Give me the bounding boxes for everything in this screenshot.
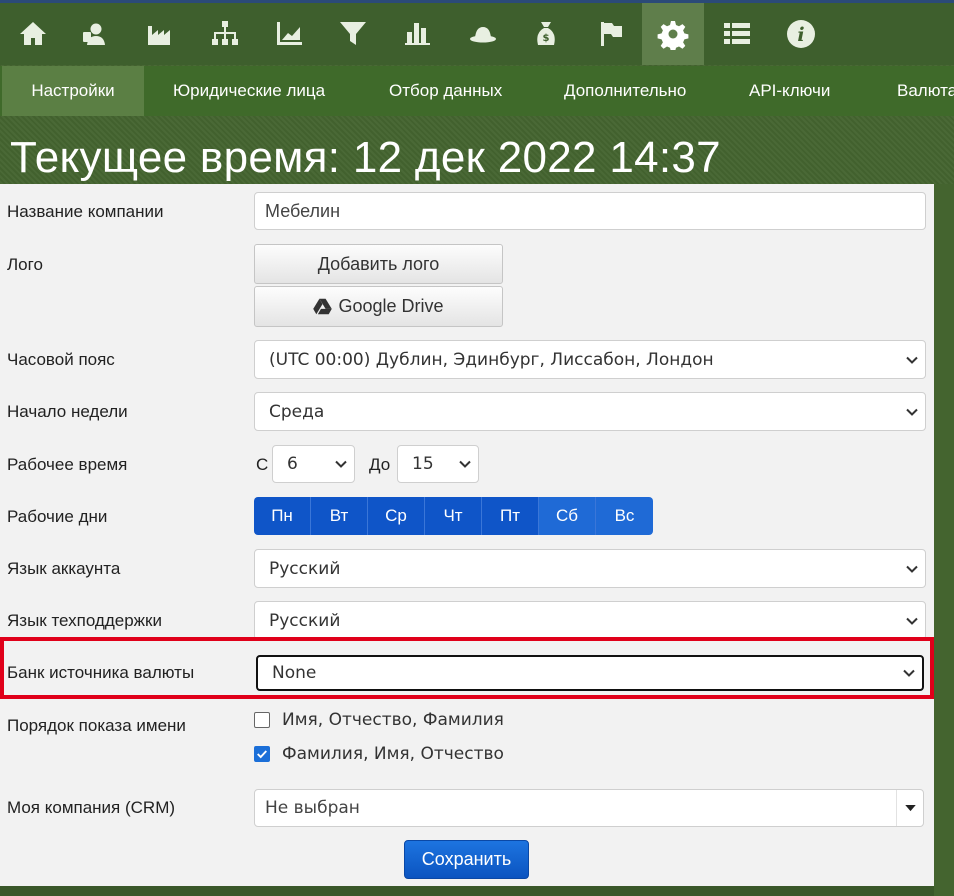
timezone-label: Часовой пояс bbox=[7, 350, 115, 369]
day-toggle-wed[interactable]: Ср bbox=[368, 497, 425, 535]
list-icon[interactable] bbox=[706, 3, 768, 65]
company-name-input[interactable]: Мебелин bbox=[254, 192, 926, 230]
tab-settings[interactable]: Настройки bbox=[2, 66, 144, 116]
tab-data-selection[interactable]: Отбор данных bbox=[389, 66, 502, 116]
org-chart-icon[interactable] bbox=[194, 3, 256, 65]
my-company-label: Моя компания (CRM) bbox=[7, 798, 176, 817]
work-time-label: Рабочее время bbox=[7, 455, 128, 474]
tab-api-keys[interactable]: API-ключи bbox=[749, 66, 830, 116]
day-toggle-tue[interactable]: Вт bbox=[311, 497, 368, 535]
work-days-label: Рабочие дни bbox=[7, 507, 108, 526]
logo-label: Лого bbox=[7, 255, 43, 274]
day-toggle-sat[interactable]: Сб bbox=[539, 497, 596, 535]
info-icon[interactable]: i bbox=[770, 3, 832, 65]
google-drive-icon bbox=[313, 298, 333, 315]
work-time-from-label: С bbox=[256, 455, 269, 474]
day-toggle-mon[interactable]: Пн bbox=[254, 497, 311, 535]
google-drive-button[interactable]: Google Drive bbox=[254, 286, 503, 327]
checkbox-checked[interactable] bbox=[254, 746, 270, 762]
chevron-down-icon bbox=[906, 565, 918, 573]
dropdown-arrow[interactable] bbox=[896, 790, 923, 826]
account-language-select[interactable]: Русский bbox=[254, 549, 926, 588]
currency-bank-label: Банк источника валюты bbox=[7, 663, 195, 682]
home-icon[interactable] bbox=[2, 3, 64, 65]
save-button-label: Сохранить bbox=[421, 849, 512, 869]
tab-currency[interactable]: Валюта bbox=[897, 66, 954, 116]
day-toggle-thu[interactable]: Чт bbox=[425, 497, 482, 535]
page-title: Текущее время: 12 дек 2022 14:37 bbox=[10, 133, 721, 182]
contacts-icon[interactable] bbox=[64, 3, 126, 65]
name-order-option-2-label: Фамилия, Имя, Отчество bbox=[282, 744, 504, 764]
day-toggle-sun[interactable]: Вс bbox=[596, 497, 653, 535]
money-bag-icon[interactable]: $ bbox=[515, 3, 577, 65]
svg-text:$: $ bbox=[543, 33, 550, 44]
tab-additional[interactable]: Дополнительно bbox=[564, 66, 686, 116]
name-order-option-2[interactable]: Фамилия, Имя, Отчество bbox=[254, 744, 504, 764]
hat-icon[interactable] bbox=[452, 3, 514, 65]
week-start-label: Начало недели bbox=[7, 402, 128, 421]
chevron-down-icon bbox=[335, 460, 347, 468]
work-time-from-value: 6 bbox=[287, 454, 298, 474]
right-edge-background bbox=[934, 184, 954, 896]
checkmark-icon bbox=[257, 750, 267, 759]
support-language-label: Язык техподдержки bbox=[7, 611, 162, 630]
icon-nav-bar: $ i bbox=[0, 3, 954, 65]
currency-bank-value: None bbox=[272, 663, 317, 683]
work-time-to-value: 15 bbox=[412, 454, 434, 474]
tab-legal-entities[interactable]: Юридические лица bbox=[173, 66, 325, 116]
chevron-down-icon bbox=[906, 408, 918, 416]
name-order-option-1-label: Имя, Отчество, Фамилия bbox=[282, 710, 504, 730]
gear-icon[interactable] bbox=[642, 3, 704, 65]
account-language-value: Русский bbox=[269, 558, 341, 579]
company-name-label: Название компании bbox=[7, 202, 164, 221]
timezone-select[interactable]: (UTC 00:00) Дублин, Эдинбург, Лиссабон, … bbox=[254, 340, 926, 379]
week-start-select[interactable]: Среда bbox=[254, 392, 926, 431]
svg-text:i: i bbox=[797, 24, 804, 46]
area-chart-icon[interactable] bbox=[258, 3, 320, 65]
timezone-value: (UTC 00:00) Дублин, Эдинбург, Лиссабон, … bbox=[269, 349, 714, 370]
bottom-edge-background bbox=[0, 886, 934, 896]
account-language-label: Язык аккаунта bbox=[7, 559, 121, 578]
work-time-to-select[interactable]: 15 bbox=[397, 445, 479, 483]
work-time-to-label: До bbox=[369, 455, 391, 474]
work-time-from-select[interactable]: 6 bbox=[272, 445, 355, 483]
name-order-label: Порядок показа имени bbox=[7, 716, 186, 735]
save-button[interactable]: Сохранить bbox=[404, 840, 529, 879]
week-start-value: Среда bbox=[269, 401, 325, 422]
chevron-down-icon bbox=[906, 356, 918, 364]
google-drive-button-label: Google Drive bbox=[338, 296, 444, 316]
chevron-down-icon bbox=[906, 617, 918, 625]
name-order-option-1[interactable]: Имя, Отчество, Фамилия bbox=[254, 710, 504, 730]
flag-icon[interactable] bbox=[580, 3, 642, 65]
day-toggle-fri[interactable]: Пт bbox=[482, 497, 539, 535]
company-name-value: Мебелин bbox=[265, 200, 341, 221]
my-company-value: Не выбран bbox=[265, 798, 360, 818]
support-language-value: Русский bbox=[269, 610, 341, 631]
factory-icon[interactable] bbox=[130, 3, 192, 65]
support-language-select[interactable]: Русский bbox=[254, 601, 926, 640]
caret-down-icon bbox=[904, 804, 916, 811]
work-days-toggle-group: Пн Вт Ср Чт Пт Сб Вс bbox=[254, 497, 653, 535]
settings-tab-bar: Настройки Юридические лица Отбор данных … bbox=[0, 66, 954, 116]
filter-icon[interactable] bbox=[322, 3, 384, 65]
add-logo-button-label: Добавить лого bbox=[317, 253, 440, 274]
chevron-down-icon bbox=[459, 460, 471, 468]
bar-chart-icon[interactable] bbox=[386, 3, 448, 65]
checkbox[interactable] bbox=[254, 712, 270, 728]
chevron-down-icon bbox=[903, 669, 915, 677]
my-company-select[interactable]: Не выбран bbox=[254, 789, 924, 827]
currency-bank-select[interactable]: None bbox=[256, 655, 924, 691]
add-logo-button[interactable]: Добавить лого bbox=[254, 244, 503, 284]
